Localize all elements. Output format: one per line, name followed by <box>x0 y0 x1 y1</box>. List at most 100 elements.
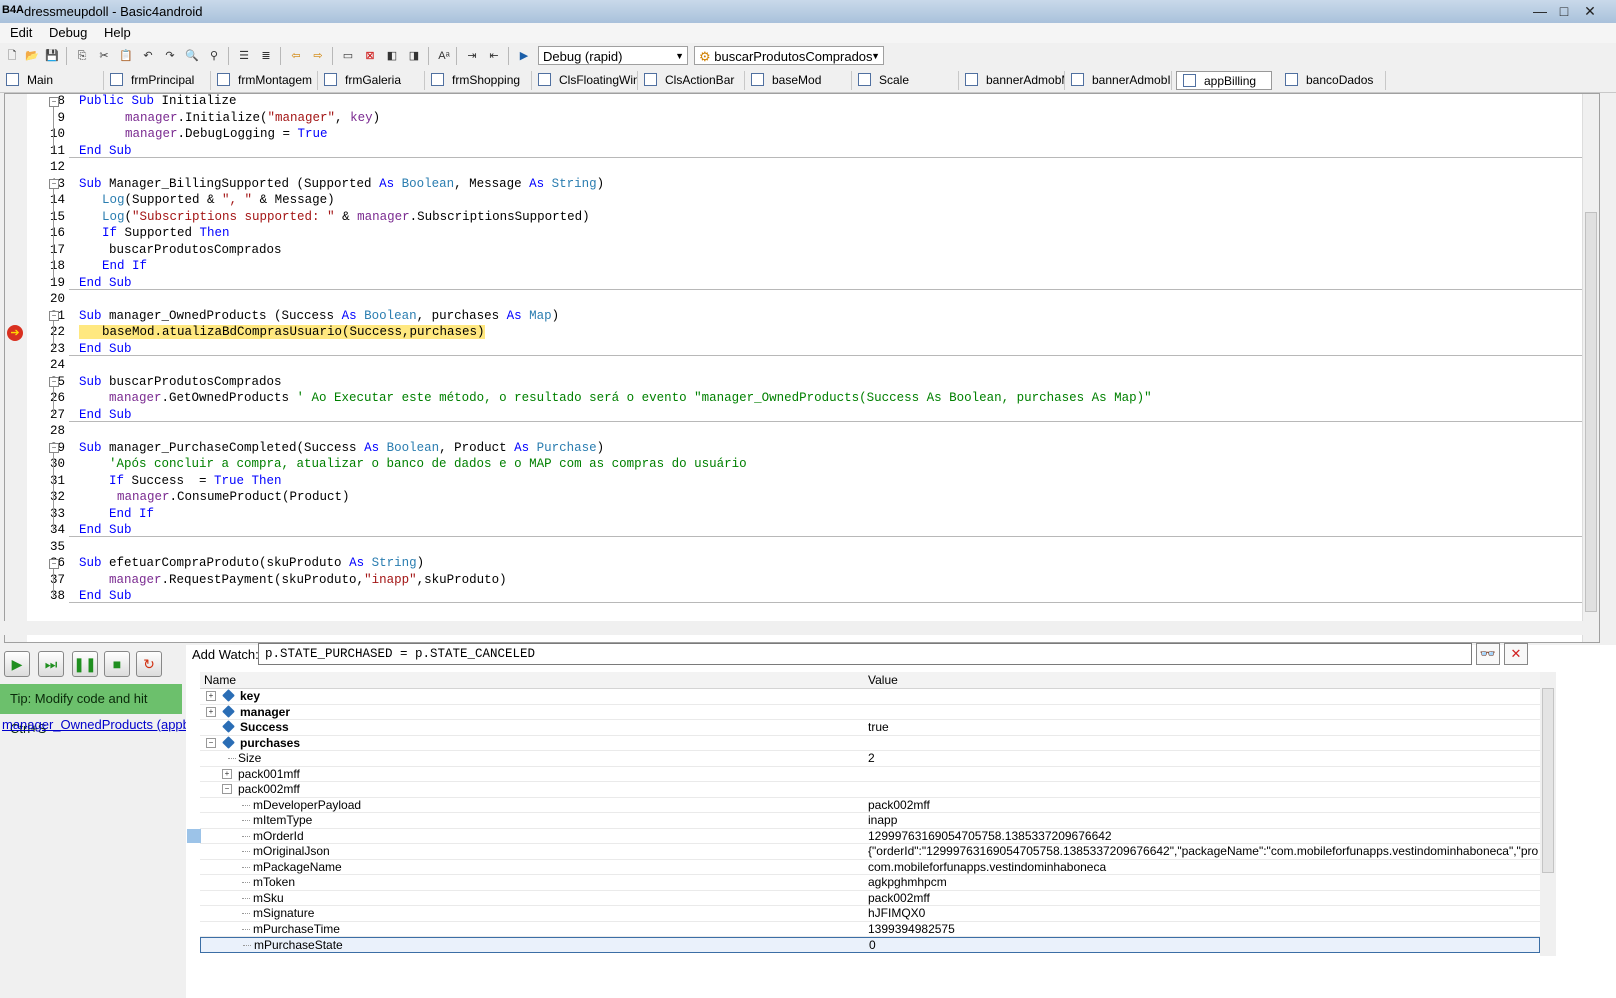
close-icon[interactable]: ✕ <box>1582 3 1598 20</box>
scrollbar-thumb[interactable] <box>1585 212 1597 612</box>
fold-toggle-icon[interactable]: − <box>49 97 59 107</box>
tab-appbilling[interactable]: appBilling <box>1176 71 1272 90</box>
stop-icon[interactable]: ■ <box>104 651 130 677</box>
editor-vertical-scrollbar[interactable] <box>1582 94 1599 642</box>
maximize-icon[interactable]: □ <box>1556 3 1572 19</box>
expand-icon[interactable]: + <box>206 691 216 701</box>
tab-frmmontagem[interactable]: frmMontagem <box>211 71 318 90</box>
editor-horizontal-scrollbar[interactable] <box>4 621 1584 635</box>
table-row[interactable]: + manager <box>200 705 1540 720</box>
breakpoint-gutter[interactable] <box>5 94 27 642</box>
fold-toggle-icon[interactable]: − <box>49 559 59 569</box>
next-bookmark-icon[interactable]: ◨ <box>406 48 422 64</box>
table-row-selected[interactable]: mPurchaseState 0 <box>200 937 1540 953</box>
comment-block-icon[interactable]: ☰ <box>236 48 252 64</box>
table-row[interactable]: − purchases <box>200 736 1540 751</box>
font-size-icon[interactable]: Aᵃ <box>436 48 452 64</box>
glasses-icon[interactable]: 👓 <box>1476 643 1500 665</box>
table-row[interactable]: mOrderId 12999763169054705758.1385337209… <box>200 829 1540 844</box>
find-icon[interactable]: 🔍 <box>184 48 200 64</box>
module-icon <box>324 73 337 86</box>
class-icon <box>1071 73 1084 86</box>
clear-bookmarks-icon[interactable]: ⊠ <box>362 48 378 64</box>
close-icon[interactable]: ✕ <box>1504 643 1528 665</box>
code-line: End If <box>102 259 148 273</box>
paste-icon[interactable]: 📋 <box>118 48 134 64</box>
table-row[interactable]: Success true <box>200 720 1540 736</box>
pause-icon[interactable]: ❚❚ <box>72 651 98 677</box>
indent-icon[interactable]: ⇥ <box>464 48 480 64</box>
tab-main[interactable]: Main <box>0 71 104 90</box>
menu-help[interactable]: Help <box>104 25 131 40</box>
tab-banneradmobin[interactable]: bannerAdmobIn <box>1065 71 1172 90</box>
table-row[interactable]: + pack001mff <box>200 767 1540 782</box>
continue-icon[interactable]: ▶ <box>4 651 30 677</box>
collapse-icon[interactable]: − <box>222 784 232 794</box>
column-value[interactable]: Value <box>868 673 898 687</box>
table-row[interactable]: mPurchaseTime 1399394982575 <box>200 922 1540 937</box>
save-icon[interactable]: 💾 <box>44 48 60 64</box>
menu-edit[interactable]: Edit <box>10 25 32 40</box>
open-folder-icon[interactable]: 📂 <box>24 48 40 64</box>
add-watch-input[interactable]: p.STATE_PURCHASED = p.STATE_CANCELED <box>258 643 1472 665</box>
table-row[interactable]: mDeveloperPayload pack002mff <box>200 798 1540 813</box>
call-stack-item[interactable]: manager_OwnedProducts (appbil <box>2 717 196 732</box>
table-row[interactable]: mToken agkpghmhpcm <box>200 875 1540 891</box>
cut-icon[interactable]: ✂ <box>96 48 112 64</box>
tab-clsfloatingwind[interactable]: ClsFloatingWind <box>532 71 638 90</box>
tab-clsactionbar[interactable]: ClsActionBar <box>638 71 745 90</box>
watch-grid-header: Name Value <box>200 672 1540 689</box>
code-line: End Sub <box>79 407 132 422</box>
scrollbar-thumb[interactable] <box>1542 688 1554 873</box>
previous-bookmark-icon[interactable]: ◧ <box>384 48 400 64</box>
minimize-icon[interactable]: — <box>1532 3 1548 19</box>
menu-debug[interactable]: Debug <box>49 25 87 40</box>
restart-icon[interactable]: ↻ <box>136 651 162 677</box>
navigate-back-icon[interactable]: ⇦ <box>288 48 304 64</box>
fold-toggle-icon[interactable]: − <box>49 443 59 453</box>
find-replace-icon[interactable]: ⚲ <box>206 48 222 64</box>
tab-basemod[interactable]: baseMod <box>745 71 852 90</box>
tab-bancodados[interactable]: bancoDados <box>1279 71 1386 90</box>
fold-toggle-icon[interactable]: − <box>49 179 59 189</box>
expand-icon[interactable]: + <box>206 706 216 717</box>
collapse-icon[interactable]: − <box>206 737 216 748</box>
table-row[interactable]: mItemType inapp <box>200 813 1540 829</box>
code-editor[interactable]: ➔ 8 9 10 11 12 13 14 15 16 17 18 19 20 2… <box>4 93 1600 643</box>
table-row[interactable]: mPackageName com.mobileforfunapps.vestin… <box>200 860 1540 875</box>
class-icon <box>1183 74 1196 87</box>
designer-icon[interactable]: ▭ <box>340 48 356 64</box>
tab-frmprincipal[interactable]: frmPrincipal <box>104 71 211 90</box>
tab-scale[interactable]: Scale <box>852 71 959 90</box>
code-line: Sub manager_PurchaseCompleted(Success As… <box>79 440 605 455</box>
build-mode-select[interactable]: Debug (rapid) ▼ <box>538 46 688 65</box>
redo-icon[interactable]: ↷ <box>162 48 178 64</box>
copy-icon[interactable]: ⎘ <box>74 48 90 64</box>
code-line: Sub manager_OwnedProducts (Success As Bo… <box>79 308 560 323</box>
tab-banneradmobm[interactable]: bannerAdmobM <box>959 71 1065 90</box>
sub-selector[interactable]: ⚙ buscarProdutosComprados ▼ <box>694 46 884 65</box>
table-row[interactable]: Size 2 <box>200 751 1540 767</box>
undo-icon[interactable]: ↶ <box>140 48 156 64</box>
table-row[interactable]: mSignature hJFIMQX0 <box>200 906 1540 922</box>
code-line: End Sub <box>79 143 132 158</box>
new-file-icon[interactable]: 🗋 <box>4 48 20 64</box>
code-module-icon <box>858 73 871 86</box>
run-icon[interactable]: ▶ <box>516 48 532 64</box>
navigate-forward-icon[interactable]: ⇨ <box>310 48 326 64</box>
tab-frmgaleria[interactable]: frmGaleria <box>318 71 425 90</box>
table-row[interactable]: mSku pack002mff <box>200 891 1540 906</box>
column-name[interactable]: Name <box>204 673 236 687</box>
table-row[interactable]: − pack002mff <box>200 782 1540 798</box>
fold-toggle-icon[interactable]: − <box>49 377 59 387</box>
table-row[interactable]: mOriginalJson {"orderId":"12999763169054… <box>200 844 1540 860</box>
fold-toggle-icon[interactable]: − <box>49 311 59 321</box>
tab-frmshopping[interactable]: frmShopping <box>425 71 532 90</box>
step-in-icon[interactable]: ⏭ <box>38 651 64 677</box>
module-icon <box>431 73 444 86</box>
table-row[interactable]: + key <box>200 689 1540 705</box>
expand-icon[interactable]: + <box>222 768 232 779</box>
uncomment-block-icon[interactable]: ≣ <box>258 48 274 64</box>
code-line: Sub buscarProdutosComprados <box>79 374 282 389</box>
outdent-icon[interactable]: ⇤ <box>486 48 502 64</box>
